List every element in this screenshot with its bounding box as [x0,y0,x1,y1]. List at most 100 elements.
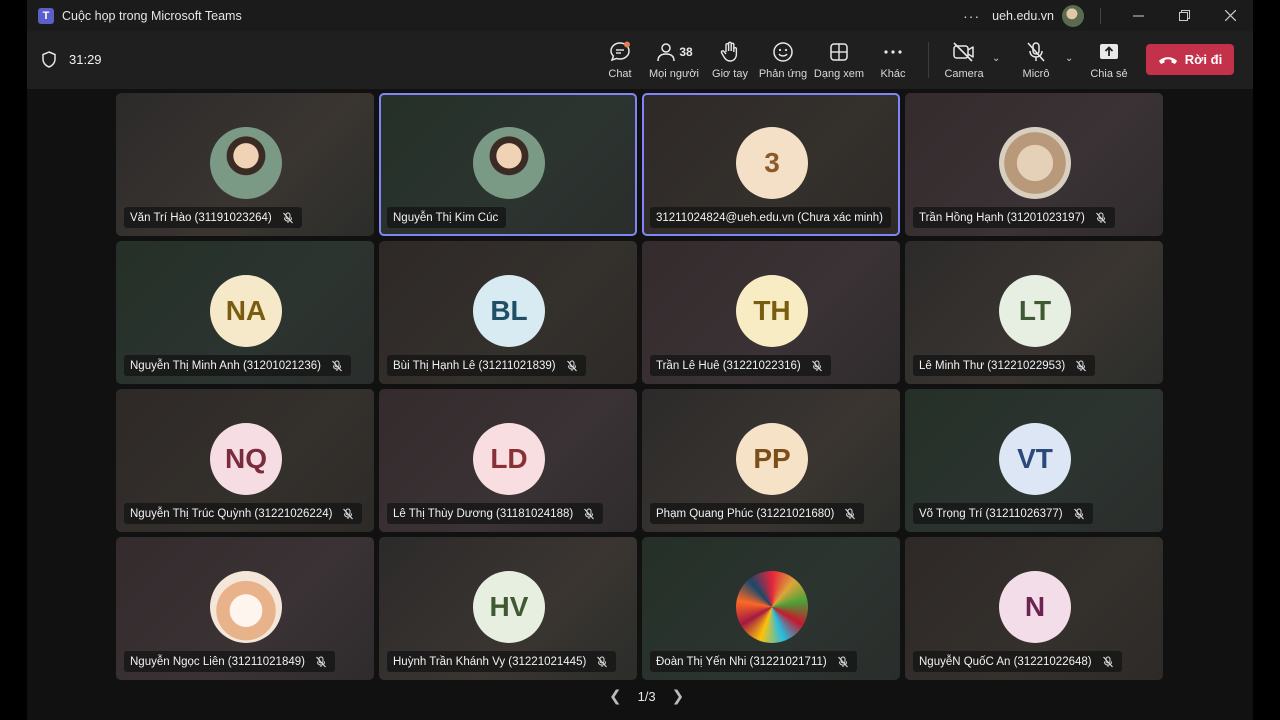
participant-name: Huỳnh Trần Khánh Vy (31221021445) [393,655,587,668]
participant-tile[interactable]: Đoàn Thị Yến Nhi (31221021711) [642,537,900,680]
participant-tile[interactable]: Trần Hồng Hạnh (31201023197) [905,93,1163,236]
muted-mic-icon [1075,360,1087,372]
people-label: Mọi người [648,68,700,80]
minimize-icon[interactable] [1115,0,1161,31]
participant-name: Lê Thị Thùy Dương (31181024188) [393,507,574,520]
raise-hand-icon [719,39,741,65]
participant-name: Trần Hồng Hạnh (31201023197) [919,211,1085,224]
title-bar: T Cuộc họp trong Microsoft Teams ··· ueh… [27,0,1253,31]
share-button[interactable]: Chia sẻ [1081,39,1137,80]
participant-initials-avatar: HV [473,571,545,643]
participant-name: Lê Minh Thư (31221022953) [919,359,1066,372]
people-count: 38 [679,45,693,59]
participant-name-tag: Phạm Quang Phúc (31221021680) [650,503,865,524]
participant-tile[interactable]: TH Trần Lê Huê (31221022316) [642,241,900,384]
participant-tile[interactable]: BL Bùi Thị Hạnh Lê (31211021839) [379,241,637,384]
camera-label: Camera [944,68,984,80]
mic-options-chevron-icon[interactable]: ⌄ [1065,53,1073,64]
pagination: ❮ 1/3 ❯ [609,687,684,705]
participant-initials-avatar: 3 [736,127,808,199]
muted-mic-icon [342,508,354,520]
participant-name: Nguyễn Thị Minh Anh (31201021236) [130,359,321,372]
page-indicator: 1/3 [637,688,656,704]
participant-tile[interactable]: HV Huỳnh Trần Khánh Vy (31221021445) [379,537,637,680]
org-name[interactable]: ueh.edu.vn [992,9,1054,23]
participant-initials-avatar: NQ [210,423,282,495]
people-button[interactable]: 38 Mọi người [646,39,702,80]
participant-photo-avatar [210,571,282,643]
participant-tile[interactable]: 3 31211024824@ueh.edu.vn (Chưa xác minh) [642,93,900,236]
camera-off-icon [952,39,976,65]
leave-button[interactable]: Rời đi [1146,44,1234,75]
share-screen-icon [1098,39,1120,65]
muted-mic-icon [844,508,856,520]
participant-photo-avatar [736,571,808,643]
muted-mic-icon [1102,656,1114,668]
participant-initials-avatar: VT [999,423,1071,495]
participant-name-tag: 31211024824@ueh.edu.vn (Chưa xác minh) [650,207,891,228]
restore-icon[interactable] [1161,0,1207,31]
camera-button[interactable]: Camera [936,39,992,80]
participant-tile[interactable]: NQ Nguyễn Thị Trúc Quỳnh (31221026224) [116,389,374,532]
meeting-timer: 31:29 [41,51,102,68]
participant-initials-avatar: PP [736,423,808,495]
view-button[interactable]: Dạng xem [811,39,867,80]
smiley-icon [772,39,794,65]
participant-name: Đoàn Thị Yến Nhi (31221021711) [656,655,827,668]
participant-name-tag: Nguyễn Thị Kim Cúc [387,207,507,228]
participant-name-tag: Trần Lê Huê (31221022316) [650,355,831,376]
participant-tile[interactable]: LT Lê Minh Thư (31221022953) [905,241,1163,384]
raise-hand-label: Giơ tay [712,68,748,80]
raise-hand-button[interactable]: Giơ tay [702,39,758,80]
participant-name-tag: Bùi Thị Hạnh Lê (31211021839) [387,355,586,376]
participant-name: 31211024824@ueh.edu.vn (Chưa xác minh) [656,211,883,224]
participant-name: Bùi Thị Hạnh Lê (31211021839) [393,359,556,372]
next-page-icon[interactable]: ❯ [672,687,685,705]
chat-button[interactable]: Chat [592,39,648,80]
more-button[interactable]: Khác [865,39,921,80]
participant-name: Nguyễn Thị Kim Cúc [393,211,499,224]
participant-photo-avatar [473,127,545,199]
participant-tile[interactable]: N NguyễN QuốC An (31221022648) [905,537,1163,680]
participant-photo-avatar [999,127,1071,199]
muted-mic-icon [315,656,327,668]
participant-name: Trần Lê Huê (31221022316) [656,359,801,372]
participant-tile[interactable]: VT Võ Trọng Trí (31211026377) [905,389,1163,532]
previous-page-icon[interactable]: ❮ [609,687,622,705]
react-label: Phản ứng [758,68,808,80]
react-button[interactable]: Phản ứng [755,39,811,80]
muted-mic-icon [566,360,578,372]
participant-initials-avatar: LD [473,423,545,495]
window-title: Cuộc họp trong Microsoft Teams [62,8,242,23]
muted-mic-icon [331,360,343,372]
more-options-icon[interactable]: ··· [963,8,980,24]
participant-tile[interactable]: NA Nguyễn Thị Minh Anh (31201021236) [116,241,374,384]
more-label: Khác [880,68,906,80]
muted-mic-icon [1095,212,1107,224]
participant-name-tag: Trần Hồng Hạnh (31201023197) [913,207,1115,228]
participant-tile[interactable]: LD Lê Thị Thùy Dương (31181024188) [379,389,637,532]
grid-view-icon [829,39,849,65]
participant-tile[interactable]: Nguyễn Thị Kim Cúc [379,93,637,236]
muted-mic-icon [811,360,823,372]
chat-icon [609,39,631,65]
participant-name: Nguyễn Thị Trúc Quỳnh (31221026224) [130,507,333,520]
participant-name-tag: Huỳnh Trần Khánh Vy (31221021445) [387,651,617,672]
muted-mic-icon [1073,508,1085,520]
participant-photo-avatar [210,127,282,199]
mic-button[interactable]: Micrô [1008,39,1064,80]
account-avatar[interactable] [1062,4,1084,27]
participant-name-tag: Lê Minh Thư (31221022953) [913,355,1096,376]
close-icon[interactable] [1207,0,1253,31]
people-icon: 38 [655,39,693,65]
participant-initials-avatar: N [999,571,1071,643]
mic-off-icon [1025,39,1047,65]
teams-window: T Cuộc họp trong Microsoft Teams ··· ueh… [27,0,1253,720]
camera-options-chevron-icon[interactable]: ⌄ [992,53,1000,64]
phone-hangup-icon [1158,56,1177,64]
meeting-toolbar: 31:29 Chat 38 Mọi người Giơ tay Phản ứng… [27,31,1253,89]
participant-tile[interactable]: Văn Trí Hào (31191023264) [116,93,374,236]
participant-tile[interactable]: PP Phạm Quang Phúc (31221021680) [642,389,900,532]
participant-tile[interactable]: Nguyễn Ngọc Liên (31211021849) [116,537,374,680]
muted-mic-icon [596,656,608,668]
